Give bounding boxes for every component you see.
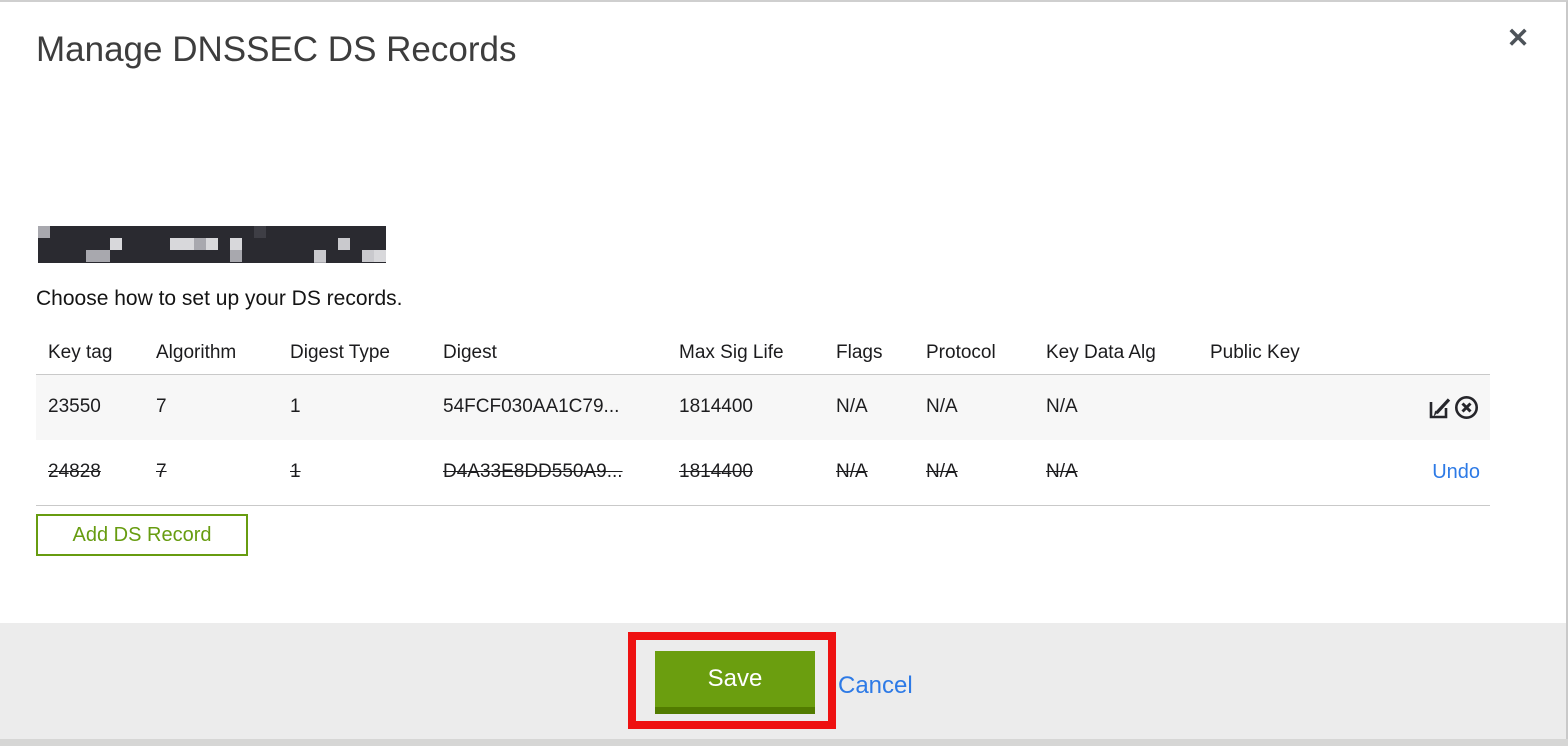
remove-icon[interactable] <box>1453 394 1480 421</box>
modal-footer: Save Cancel <box>0 623 1566 741</box>
col-key-data-alg: Key Data Alg <box>1046 332 1210 375</box>
table-row: 23550 7 1 54FCF030AA1C79... 1814400 N/A … <box>36 374 1490 440</box>
col-protocol: Protocol <box>926 332 1046 375</box>
cell-public-key <box>1210 374 1380 440</box>
cell-flags: N/A <box>836 374 926 440</box>
cell-algorithm: 7 <box>156 440 290 506</box>
cell-digest: D4A33E8DD550A9... <box>443 440 679 506</box>
cell-actions: Undo <box>1380 440 1490 506</box>
cell-key-data-alg: N/A <box>1046 374 1210 440</box>
cell-max-sig-life: 1814400 <box>679 440 836 506</box>
save-button[interactable]: Save <box>655 651 815 714</box>
close-icon[interactable]: ✕ <box>1498 18 1538 58</box>
cell-protocol: N/A <box>926 440 1046 506</box>
table-row-deleted: 24828 7 1 D4A33E8DD550A9... 1814400 N/A … <box>36 440 1490 506</box>
col-digest-type: Digest Type <box>290 332 443 375</box>
cell-max-sig-life: 1814400 <box>679 374 836 440</box>
table-header-row: Key tag Algorithm Digest Type Digest Max… <box>36 332 1490 375</box>
cell-digest: 54FCF030AA1C79... <box>443 374 679 440</box>
cell-key-tag: 23550 <box>36 374 156 440</box>
add-ds-record-button[interactable]: Add DS Record <box>36 514 248 556</box>
cell-key-data-alg: N/A <box>1046 440 1210 506</box>
cell-public-key <box>1210 440 1380 506</box>
dnssec-ds-records-modal: Manage DNSSEC DS Records ✕ Choose how to… <box>0 0 1568 746</box>
ds-records-table: Key tag Algorithm Digest Type Digest Max… <box>36 332 1490 506</box>
cell-key-tag: 24828 <box>36 440 156 506</box>
undo-link[interactable]: Undo <box>1432 461 1480 483</box>
col-algorithm: Algorithm <box>156 332 290 375</box>
cell-digest-type: 1 <box>290 440 443 506</box>
col-actions <box>1380 332 1490 375</box>
cell-protocol: N/A <box>926 374 1046 440</box>
cell-actions <box>1380 374 1490 440</box>
redacted-domain-name <box>38 226 386 263</box>
page-background-strip <box>0 739 1568 746</box>
col-max-sig-life: Max Sig Life <box>679 332 836 375</box>
col-flags: Flags <box>836 332 926 375</box>
col-public-key: Public Key <box>1210 332 1380 375</box>
instruction-text: Choose how to set up your DS records. <box>36 287 403 310</box>
edit-icon[interactable] <box>1426 394 1453 421</box>
cell-digest-type: 1 <box>290 374 443 440</box>
cell-flags: N/A <box>836 440 926 506</box>
col-key-tag: Key tag <box>36 332 156 375</box>
page-title: Manage DNSSEC DS Records <box>36 30 517 69</box>
col-digest: Digest <box>443 332 679 375</box>
cancel-link[interactable]: Cancel <box>838 672 913 700</box>
cell-algorithm: 7 <box>156 374 290 440</box>
